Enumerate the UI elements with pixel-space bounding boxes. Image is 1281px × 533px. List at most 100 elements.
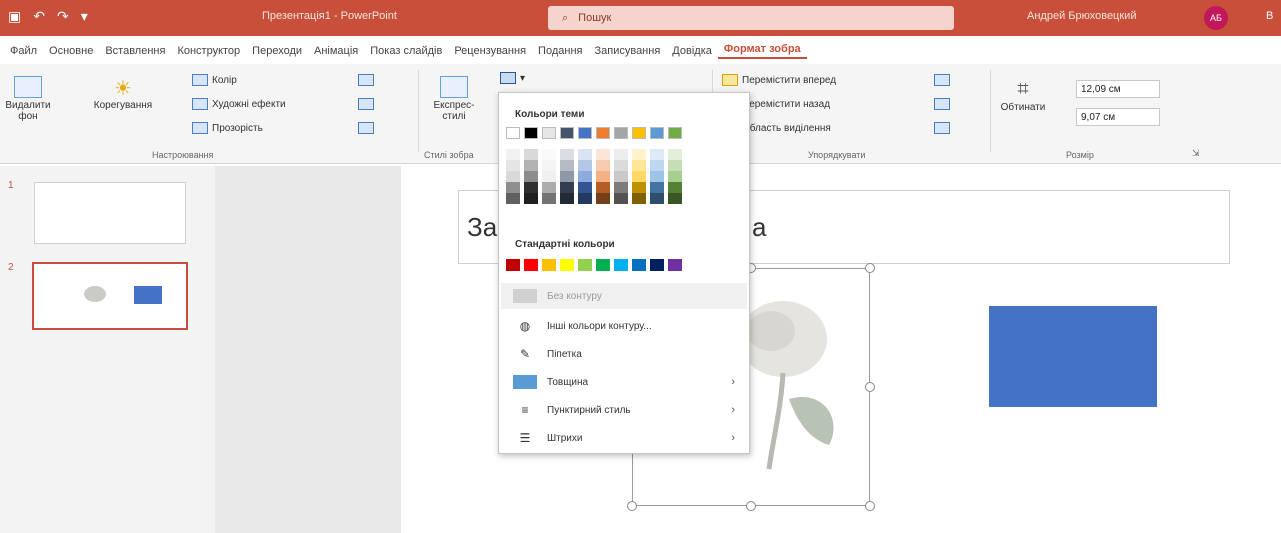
reset-picture-button[interactable] <box>358 122 374 134</box>
resize-handle[interactable] <box>865 263 875 273</box>
shade-swatch[interactable] <box>650 160 664 171</box>
search-box[interactable]: ⌕ Пошук <box>548 6 954 30</box>
theme-color-swatch[interactable] <box>524 127 538 139</box>
blue-rectangle-shape[interactable] <box>989 306 1157 407</box>
more-colors-item[interactable]: ◍ Інші кольори контуру... <box>501 313 747 339</box>
shade-swatch[interactable] <box>596 182 610 193</box>
no-outline-item[interactable]: Без контуру <box>501 283 747 309</box>
tab-3[interactable]: Вставлення <box>99 45 171 57</box>
shade-swatch[interactable] <box>578 193 592 204</box>
shade-swatch[interactable] <box>614 149 628 160</box>
theme-color-swatch[interactable] <box>542 127 556 139</box>
shade-swatch[interactable] <box>632 193 646 204</box>
transparency-button[interactable]: Прозорість <box>192 122 263 134</box>
shade-swatch[interactable] <box>668 193 682 204</box>
theme-color-swatch[interactable] <box>596 127 610 139</box>
shade-swatch[interactable] <box>506 160 520 171</box>
shade-swatch[interactable] <box>632 171 646 182</box>
slide-thumbnail-selected[interactable] <box>32 262 188 330</box>
remove-background-button[interactable]: Видалити фон <box>4 76 52 122</box>
standard-color-swatch[interactable] <box>524 259 538 271</box>
shade-swatch[interactable] <box>524 160 538 171</box>
size-dialog-launcher-icon[interactable]: ⇲ <box>1192 148 1200 159</box>
quick-styles-button[interactable]: Експрес-стилі <box>424 76 484 122</box>
customize-qat-icon[interactable]: ▾ <box>81 8 88 25</box>
tab-1[interactable]: Файл <box>4 45 43 57</box>
slide-thumbnail[interactable] <box>34 182 186 244</box>
standard-color-swatch[interactable] <box>668 259 682 271</box>
shade-swatch[interactable] <box>578 182 592 193</box>
tab-8[interactable]: Рецензування <box>448 45 532 57</box>
resize-handle[interactable] <box>746 501 756 511</box>
bring-forward-button[interactable]: Перемістити вперед <box>722 74 836 86</box>
shade-swatch[interactable] <box>542 160 556 171</box>
shade-swatch[interactable] <box>596 149 610 160</box>
shade-swatch[interactable] <box>668 182 682 193</box>
shade-swatch[interactable] <box>542 149 556 160</box>
standard-color-swatch[interactable] <box>578 259 592 271</box>
tab-2[interactable]: Основне <box>43 45 99 57</box>
tab-12[interactable]: Формат зобра <box>717 43 807 59</box>
shade-swatch[interactable] <box>614 182 628 193</box>
tab-9[interactable]: Подання <box>532 45 588 57</box>
standard-color-swatch[interactable] <box>560 259 574 271</box>
shade-swatch[interactable] <box>668 160 682 171</box>
shade-swatch[interactable] <box>560 182 574 193</box>
artistic-effects-button[interactable]: Художні ефекти <box>192 98 286 110</box>
avatar[interactable]: АБ <box>1204 6 1228 30</box>
rotate-button[interactable] <box>934 122 950 134</box>
shade-swatch[interactable] <box>596 171 610 182</box>
shade-swatch[interactable] <box>506 182 520 193</box>
shade-swatch[interactable] <box>560 193 574 204</box>
group-button[interactable] <box>934 98 950 110</box>
tab-6[interactable]: Анімація <box>308 45 364 57</box>
shade-swatch[interactable] <box>614 160 628 171</box>
shade-swatch[interactable] <box>524 193 538 204</box>
picture-border-button[interactable]: ▾ <box>500 72 525 84</box>
theme-color-swatch[interactable] <box>506 127 520 139</box>
height-input[interactable]: 12,09 см <box>1076 80 1160 98</box>
resize-handle[interactable] <box>865 382 875 392</box>
redo-icon[interactable]: ↷ <box>57 8 69 25</box>
shade-swatch[interactable] <box>650 171 664 182</box>
shade-swatch[interactable] <box>578 149 592 160</box>
shade-swatch[interactable] <box>632 149 646 160</box>
shade-swatch[interactable] <box>614 193 628 204</box>
shade-swatch[interactable] <box>632 160 646 171</box>
shade-swatch[interactable] <box>596 160 610 171</box>
shade-swatch[interactable] <box>560 171 574 182</box>
tab-4[interactable]: Конструктор <box>171 45 246 57</box>
shade-swatch[interactable] <box>524 149 538 160</box>
compress-pictures-button[interactable] <box>358 74 374 86</box>
shade-swatch[interactable] <box>524 171 538 182</box>
title-extra[interactable]: В <box>1266 10 1273 22</box>
color-button[interactable]: Колір <box>192 74 237 86</box>
shade-swatch[interactable] <box>542 193 556 204</box>
shade-swatch[interactable] <box>650 182 664 193</box>
corrections-button[interactable]: ☀ Корегування <box>88 76 158 111</box>
theme-color-swatch[interactable] <box>614 127 628 139</box>
weight-item[interactable]: Товщина › <box>501 369 747 395</box>
tab-5[interactable]: Переходи <box>246 45 308 57</box>
standard-color-swatch[interactable] <box>596 259 610 271</box>
eyedropper-item[interactable]: ✎ Піпетка <box>501 341 747 367</box>
theme-color-swatch[interactable] <box>668 127 682 139</box>
standard-color-swatch[interactable] <box>542 259 556 271</box>
shade-swatch[interactable] <box>560 149 574 160</box>
shade-swatch[interactable] <box>506 171 520 182</box>
arrows-item[interactable]: ☰ Штрихи › <box>501 425 747 451</box>
shade-swatch[interactable] <box>578 160 592 171</box>
align-button[interactable] <box>934 74 950 86</box>
tab-7[interactable]: Показ слайдів <box>364 45 448 57</box>
tab-10[interactable]: Записування <box>588 45 666 57</box>
shade-swatch[interactable] <box>668 149 682 160</box>
shade-swatch[interactable] <box>614 171 628 182</box>
theme-color-swatch[interactable] <box>650 127 664 139</box>
standard-color-swatch[interactable] <box>614 259 628 271</box>
shade-swatch[interactable] <box>668 171 682 182</box>
shade-swatch[interactable] <box>542 182 556 193</box>
standard-color-swatch[interactable] <box>650 259 664 271</box>
shade-swatch[interactable] <box>506 149 520 160</box>
shade-swatch[interactable] <box>524 182 538 193</box>
autosave-icon[interactable]: ▣ <box>8 8 21 25</box>
